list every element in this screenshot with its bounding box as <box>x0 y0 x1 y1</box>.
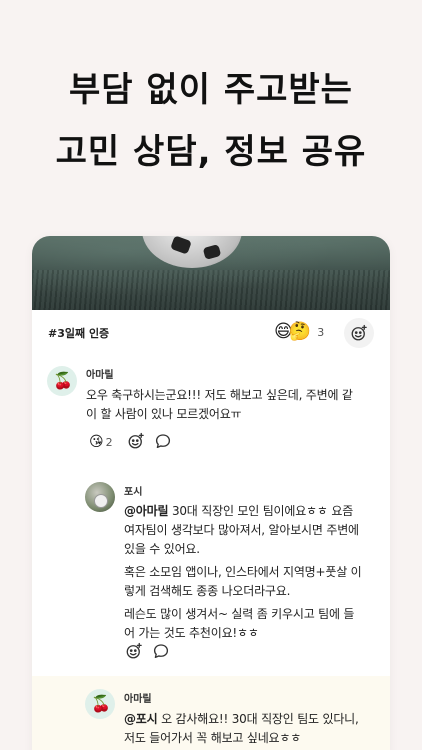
headline-line-2: 고민 상담, 정보 공유 <box>55 132 367 172</box>
avatar[interactable]: 🍒 <box>47 366 77 396</box>
thinking-emoji-icon: 🤔 <box>288 321 312 342</box>
comment-text-line: 이 할 사람이 있나 모르겠어요ㅠ <box>86 407 242 421</box>
comment-text-line: @포시 오 감사해요!! 30대 직장인 팀도 있다니, <box>124 712 359 726</box>
add-reaction-icon <box>351 324 367 341</box>
post-tag-bar: #3일째 인증 😄 🤔 3 <box>32 310 390 352</box>
add-reaction-button[interactable] <box>125 642 143 660</box>
comment-text-line: 어 가는 것도 추천이요!ㅎㅎ <box>124 626 259 640</box>
post-card: #3일째 인증 😄 🤔 3 🍒 아마릴 오우 축구하시는군요!!! 저도 해보고… <box>32 236 390 750</box>
cherry-icon: 🍒 <box>91 694 111 713</box>
post-tag[interactable]: #3일째 인증 <box>48 325 109 341</box>
comment-author[interactable]: 포시 <box>124 483 142 498</box>
post-photo[interactable] <box>32 236 390 310</box>
comment-author[interactable]: 아마릴 <box>86 366 114 381</box>
add-reaction-button[interactable] <box>127 432 145 450</box>
comment-reaction-count: 2 <box>105 435 113 449</box>
comment-text-line: 있을 수 있어요. <box>124 542 200 556</box>
comment-text-line: 여자팀이 생각보다 많아져서, 알아보시면 주변에 <box>124 523 359 537</box>
comment-text-line: 저도 들어가서 꼭 해보고 싶네요ㅎㅎ <box>124 731 302 745</box>
add-reaction-icon <box>128 432 144 449</box>
reaction-count: 3 <box>317 325 325 339</box>
mention[interactable]: @아마릴 <box>124 504 169 518</box>
comment-icon <box>155 434 171 449</box>
headline-line-1: 부담 없이 주고받는 <box>69 70 353 110</box>
mention[interactable]: @포시 <box>124 712 158 726</box>
comment-text-line: 레슨도 많이 생겨서~ 실력 좀 키우시고 팀에 들 <box>124 607 355 621</box>
avatar[interactable]: 🍒 <box>85 689 115 719</box>
comment-text-line: @아마릴 30대 직장인 모인 팀이에요ㅎㅎ 요즘 <box>124 504 354 518</box>
add-reaction-icon <box>126 642 142 659</box>
comment-author[interactable]: 아마릴 <box>124 690 152 705</box>
kiss-emoji-icon: 😘 <box>89 434 104 450</box>
add-reaction-button[interactable] <box>344 318 374 348</box>
comment-text-line: 렇게 검색해도 종종 나오더라구요. <box>124 584 291 598</box>
post-reactions[interactable]: 😄 🤔 3 <box>274 319 324 345</box>
comment-reaction[interactable]: 😘 2 <box>89 433 113 451</box>
comment-text-line: 오우 축구하시는군요!!! 저도 해보고 싶은데, 주변에 같 <box>86 388 353 402</box>
comment-text-line: 혹은 소모임 앱이나, 인스타에서 지역명+풋살 이 <box>124 565 362 579</box>
reply-button[interactable] <box>152 642 170 660</box>
comment-icon <box>153 644 169 659</box>
reply-button[interactable] <box>154 432 172 450</box>
cherry-icon: 🍒 <box>53 371 73 390</box>
soccer-ball-image <box>142 236 242 268</box>
avatar[interactable] <box>85 482 115 512</box>
